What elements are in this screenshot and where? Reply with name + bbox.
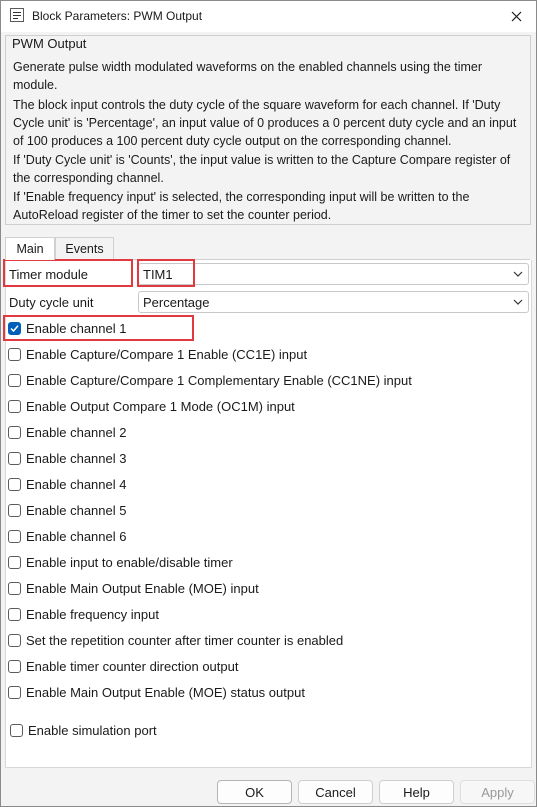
- duty-cycle-unit-label: Duty cycle unit: [9, 295, 94, 310]
- close-icon: [511, 11, 521, 22]
- checkbox-row-5[interactable]: Enable channel 2: [8, 422, 126, 442]
- checkbox-box[interactable]: [8, 399, 21, 413]
- checkbox-label: Enable Main Output Enable (MOE) input: [26, 580, 259, 596]
- tab-main[interactable]: Main: [5, 237, 55, 260]
- chevron-down-icon: [513, 299, 523, 305]
- checkbox-label: Enable channel 2: [26, 424, 127, 440]
- cancel-button[interactable]: Cancel: [298, 780, 373, 804]
- checkbox-label: Enable channel 3: [26, 450, 127, 466]
- checkbox-box[interactable]: [8, 373, 21, 387]
- checkbox-label: Enable Capture/Compare 1 Complementary E…: [26, 372, 412, 388]
- apply-button[interactable]: Apply: [460, 780, 535, 804]
- checkbox-label: Enable Main Output Enable (MOE) status o…: [26, 684, 305, 700]
- duty-cycle-unit-select[interactable]: Percentage: [138, 291, 529, 313]
- checkbox-row-10[interactable]: Enable input to enable/disable timer: [8, 552, 233, 572]
- checkbox-label: Enable channel 1: [26, 320, 127, 336]
- checkbox-label: Enable channel 5: [26, 502, 127, 518]
- checkbox-label: Enable Output Compare 1 Mode (OC1M) inpu…: [26, 398, 295, 414]
- checkbox-row-7[interactable]: Enable channel 4: [8, 474, 126, 494]
- checkbox-row-8[interactable]: Enable channel 5: [8, 500, 126, 520]
- timer-module-select[interactable]: TIM1: [138, 263, 529, 285]
- enable-simulation-port-checkbox[interactable]: Enable simulation port: [10, 720, 157, 740]
- tab-events[interactable]: Events: [55, 237, 114, 259]
- checkbox-row-9[interactable]: Enable channel 6: [8, 526, 126, 546]
- checkbox-row-14[interactable]: Enable timer counter direction output: [8, 656, 238, 676]
- help-button[interactable]: Help: [379, 780, 454, 804]
- checkbox-label: Enable channel 4: [26, 476, 127, 492]
- block-parameters-icon: [10, 8, 24, 22]
- description-paragraph-4: If 'Enable frequency input' is selected,…: [13, 190, 470, 222]
- checkbox-box[interactable]: [8, 321, 21, 335]
- checkbox-box[interactable]: [8, 529, 21, 543]
- checkbox-box[interactable]: [8, 425, 21, 439]
- title-bar: Block Parameters: PWM Output: [1, 1, 536, 32]
- description-paragraph-2: The block input controls the duty cycle …: [13, 98, 517, 148]
- checkbox-row-13[interactable]: Set the repetition counter after timer c…: [8, 630, 343, 650]
- ok-button[interactable]: OK: [217, 780, 292, 804]
- checkbox-row-1[interactable]: Enable channel 1: [8, 318, 126, 338]
- checkbox-box[interactable]: [8, 607, 21, 621]
- checkbox-box[interactable]: [8, 555, 21, 569]
- chevron-down-icon: [513, 271, 523, 277]
- checkbox-box[interactable]: [8, 477, 21, 491]
- checkbox-row-12[interactable]: Enable frequency input: [8, 604, 159, 624]
- checkmark-icon: [10, 324, 19, 332]
- checkbox-row-4[interactable]: Enable Output Compare 1 Mode (OC1M) inpu…: [8, 396, 295, 416]
- checkbox-label: Enable channel 6: [26, 528, 127, 544]
- checkbox-row-3[interactable]: Enable Capture/Compare 1 Complementary E…: [8, 370, 412, 390]
- checkbox-box[interactable]: [8, 633, 21, 647]
- checkbox-box[interactable]: [8, 581, 21, 595]
- checkbox-box[interactable]: [8, 659, 21, 673]
- checkbox-label: Enable frequency input: [26, 606, 159, 622]
- group-title: PWM Output: [10, 36, 89, 51]
- checkbox-box[interactable]: [8, 685, 21, 699]
- checkbox-box[interactable]: [8, 503, 21, 517]
- checkbox-box[interactable]: [10, 723, 23, 737]
- timer-module-value: TIM1: [143, 267, 173, 282]
- description-paragraph-1: Generate pulse width modulated waveforms…: [13, 60, 483, 92]
- checkbox-label: Enable Capture/Compare 1 Enable (CC1E) i…: [26, 346, 308, 362]
- checkbox-label: Enable input to enable/disable timer: [26, 554, 233, 570]
- checkbox-label: Enable timer counter direction output: [26, 658, 239, 674]
- description-paragraph-3: If 'Duty Cycle unit' is 'Counts', the in…: [13, 153, 511, 185]
- checkbox-row-6[interactable]: Enable channel 3: [8, 448, 126, 468]
- checkbox-row-2[interactable]: Enable Capture/Compare 1 Enable (CC1E) i…: [8, 344, 307, 364]
- checkbox-row-11[interactable]: Enable Main Output Enable (MOE) input: [8, 578, 259, 598]
- checkbox-box[interactable]: [8, 347, 21, 361]
- checkbox-label: Enable simulation port: [28, 722, 157, 738]
- duty-cycle-unit-value: Percentage: [143, 295, 210, 310]
- window-title: Block Parameters: PWM Output: [32, 9, 203, 23]
- close-button[interactable]: [496, 1, 536, 32]
- checkbox-label: Set the repetition counter after timer c…: [26, 632, 344, 648]
- checkbox-row-15[interactable]: Enable Main Output Enable (MOE) status o…: [8, 682, 305, 702]
- timer-module-label: Timer module: [9, 267, 88, 282]
- checkbox-box[interactable]: [8, 451, 21, 465]
- dialog-window: Block Parameters: PWM Output PWM Output …: [0, 0, 537, 807]
